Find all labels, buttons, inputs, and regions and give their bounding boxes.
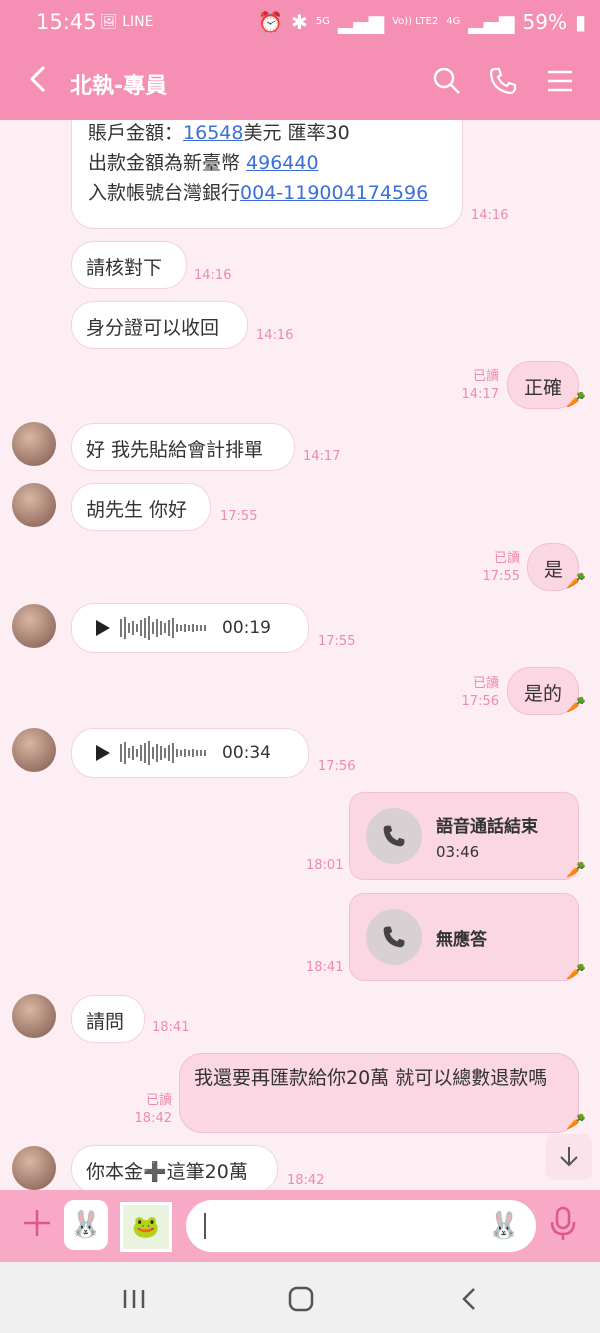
timestamp: 18:01 [306,858,344,873]
back-arrow-icon[interactable] [28,64,48,102]
call-ended-card[interactable]: 語音通話結束 03:46 [350,793,578,879]
carrot-icon: 🥕 [566,962,586,981]
voice-duration: 00:34 [222,743,271,763]
sticker-icon[interactable]: 🐰 [64,1200,108,1250]
status-time: 15:45 [36,10,97,34]
timestamp: 17:56 [318,759,356,774]
scroll-down-button[interactable] [546,1134,592,1180]
carrot-icon: 🥕 [566,390,586,409]
voice-message[interactable]: 00:34 [72,729,308,777]
read-receipt: 已讀 14:17 [461,369,499,402]
carrot-icon: 🥕 [566,1112,586,1131]
notification-icons: 🖼 LINE [100,14,154,30]
message-bubble: 你本金➕這筆20萬 [72,1146,277,1190]
message-bubble: 胡先生 你好 [72,484,210,530]
emoji-icon[interactable]: 🐰 [486,1208,522,1244]
waveform [120,741,206,765]
phone-call-icon [366,909,422,965]
signal-icon: ▂▄▆ [337,10,385,34]
timestamp: 14:16 [194,268,232,283]
alarm-icon: ⏰ [258,10,284,34]
account-link[interactable]: 004-119004174596 [240,182,428,204]
timestamp: 14:17 [303,449,341,464]
avatar[interactable] [12,1146,56,1190]
avatar[interactable] [12,422,56,466]
timestamp: 18:41 [152,1020,190,1035]
call-status: 語音通話結束 [436,816,538,837]
carrot-icon: 🥕 [566,571,586,590]
amount2-link[interactable]: 496440 [246,152,319,174]
chat-title: 北執-專員 [70,74,168,99]
timestamp: 18:42 [287,1173,325,1188]
message-bubble: 請問 [72,996,144,1042]
call-duration: 03:46 [436,842,480,861]
menu-icon[interactable] [545,66,575,96]
read-receipt: 已讀 17:55 [482,551,520,584]
message-input[interactable]: 🐰 [186,1200,536,1252]
avatar[interactable] [12,994,56,1038]
photo-icon[interactable]: 🐸 [120,1202,172,1252]
volte-label: Vo)) LTE2 [392,16,439,27]
microphone-icon[interactable] [548,1206,578,1246]
text-cursor [204,1213,206,1239]
system-nav-bar [0,1262,600,1333]
signal-icon-2: ▂▄▆ [468,10,515,34]
bluetooth-icon: ✱ [291,10,308,34]
message-bubble: 好 我先貼給會計排單 [72,424,294,470]
play-icon[interactable] [96,745,110,761]
recent-apps-icon[interactable] [122,1288,146,1314]
network-5g: 5G [315,16,330,27]
carrot-icon: 🥕 [566,860,586,879]
voice-duration: 00:19 [222,618,271,638]
timestamp: 14:16 [256,328,294,343]
no-answer-card[interactable]: 無應答 [350,894,578,980]
timestamp: 18:41 [306,960,344,975]
timestamp: 17:55 [318,634,356,649]
message-bubble: 請核對下 [72,242,186,288]
my-message-bubble: 我還要再匯款給你20萬 就可以總數退款嗎 [180,1054,578,1132]
amount-link[interactable]: 16548 [183,122,243,144]
battery-level: 59% [522,10,567,34]
read-receipt: 已讀 17:56 [461,676,499,709]
waveform [120,616,206,640]
avatar[interactable] [12,728,56,772]
timestamp: 17:55 [220,509,258,524]
plus-icon[interactable] [22,1208,52,1242]
home-icon[interactable] [288,1286,314,1316]
status-bar: 15:45 🖼 LINE ⏰ ✱ 5G ▂▄▆ Vo)) LTE2 4G ▂▄▆… [0,0,600,42]
message-account-info: 賬戶金額：16548美元 匯率30 出款金額為新臺幣 496440 入款帳號台灣… [72,120,462,228]
network-4g: 4G [446,16,461,27]
back-nav-icon[interactable] [460,1286,478,1316]
voice-message[interactable]: 00:19 [72,604,308,652]
timestamp: 14:16 [471,208,509,223]
read-receipt: 已讀 18:42 [134,1093,172,1126]
chat-header: 北執-專員 [0,42,600,120]
phone-icon[interactable] [488,66,518,96]
search-icon[interactable] [432,66,462,96]
call-status: 無應答 [436,929,487,950]
carrot-icon: 🥕 [566,695,586,714]
chat-area[interactable]: 賬戶金額：16548美元 匯率30 出款金額為新臺幣 496440 入款帳號台灣… [0,120,600,1190]
avatar[interactable] [12,483,56,527]
status-right: ⏰ ✱ 5G ▂▄▆ Vo)) LTE2 4G ▂▄▆ 59% ▮ [258,10,586,34]
message-bubble: 身分證可以收回 [72,302,247,348]
phone-call-icon [366,808,422,864]
avatar[interactable] [12,604,56,648]
play-icon[interactable] [96,620,110,636]
battery-icon: ▮ [574,10,586,34]
